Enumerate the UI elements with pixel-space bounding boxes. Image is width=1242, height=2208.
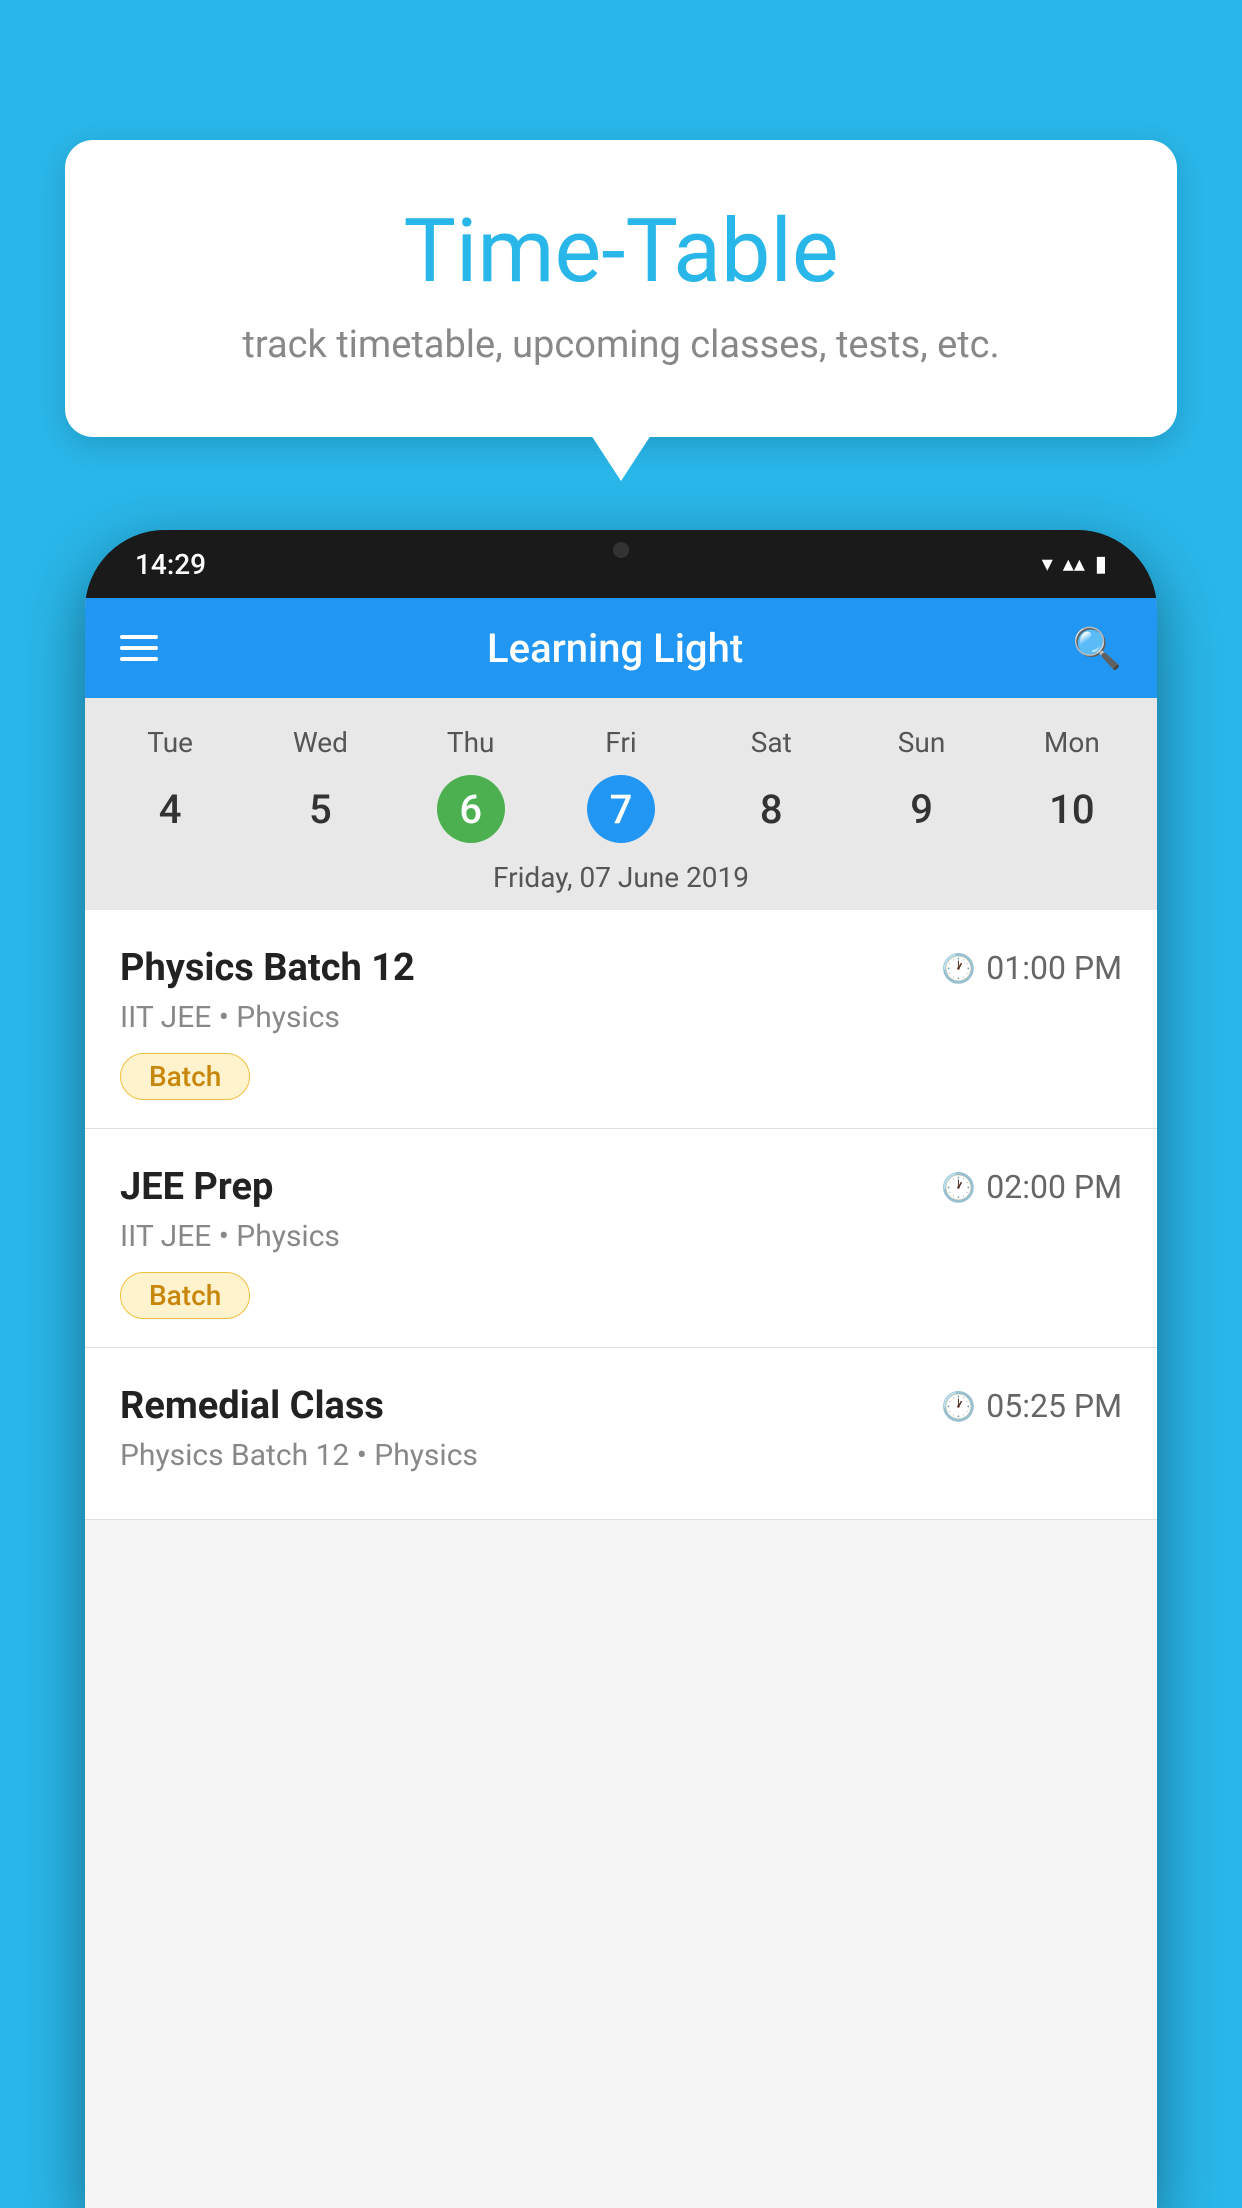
class-item-1-header: Physics Batch 12 🕐 01:00 PM [120,946,1122,990]
batch-badge-2: Batch [120,1272,250,1319]
class-time-3: 🕐 05:25 PM [941,1387,1122,1425]
day-header-thu: Thu [396,718,546,767]
batch-badge-1: Batch [120,1053,250,1100]
card-subtitle: track timetable, upcoming classes, tests… [115,323,1127,367]
class-name-3: Remedial Class [120,1384,384,1428]
day-header-wed: Wed [245,718,395,767]
day-10[interactable]: 10 [997,775,1147,843]
camera [613,542,629,558]
menu-button[interactable] [120,635,158,661]
day-headers: Tue Wed Thu Fri Sat Sun Mon [85,718,1157,767]
app-title: Learning Light [188,625,1042,672]
wifi-icon: ▾ [1042,552,1053,577]
phone-frame: 14:29 ▾ ▴▴ ▮ Learning Light 🔍 Tue Wed [85,530,1157,2208]
clock-icon-3: 🕐 [941,1390,976,1423]
calendar-strip: Tue Wed Thu Fri Sat Sun Mon 4 5 6 7 8 9 … [85,698,1157,910]
day-header-fri: Fri [546,718,696,767]
class-item-2[interactable]: JEE Prep 🕐 02:00 PM IIT JEE • Physics Ba… [85,1129,1157,1348]
app-screen: Learning Light 🔍 Tue Wed Thu Fri Sat Sun… [85,598,1157,2208]
day-8[interactable]: 8 [696,775,846,843]
class-time-value-2: 02:00 PM [986,1168,1122,1206]
battery-icon: ▮ [1095,552,1107,577]
clock-icon-1: 🕐 [941,952,976,985]
day-header-tue: Tue [95,718,245,767]
class-time-2: 🕐 02:00 PM [941,1168,1122,1206]
clock-icon-2: 🕐 [941,1171,976,1204]
day-header-sat: Sat [696,718,846,767]
class-name-1: Physics Batch 12 [120,946,415,990]
bubble-tail [591,435,651,481]
signal-icon: ▴▴ [1063,552,1085,577]
day-header-sun: Sun [846,718,996,767]
class-list: Physics Batch 12 🕐 01:00 PM IIT JEE • Ph… [85,910,1157,1520]
selected-date-label: Friday, 07 June 2019 [85,843,1157,910]
status-icons: ▾ ▴▴ ▮ [1042,552,1107,577]
day-7-selected[interactable]: 7 [587,775,655,843]
day-5[interactable]: 5 [245,775,395,843]
day-4[interactable]: 4 [95,775,245,843]
class-time-1: 🕐 01:00 PM [941,949,1122,987]
day-9[interactable]: 9 [846,775,996,843]
search-icon[interactable]: 🔍 [1072,625,1122,672]
class-item-3[interactable]: Remedial Class 🕐 05:25 PM Physics Batch … [85,1348,1157,1520]
class-meta-1: IIT JEE • Physics [120,1000,1122,1035]
class-time-value-1: 01:00 PM [986,949,1122,987]
app-bar: Learning Light 🔍 [85,598,1157,698]
class-time-value-3: 05:25 PM [986,1387,1122,1425]
phone-notch [561,530,681,570]
day-header-mon: Mon [997,718,1147,767]
day-numbers: 4 5 6 7 8 9 10 [85,775,1157,843]
status-time: 14:29 [135,548,206,581]
class-meta-2: IIT JEE • Physics [120,1219,1122,1254]
class-item-2-header: JEE Prep 🕐 02:00 PM [120,1165,1122,1209]
class-meta-3: Physics Batch 12 • Physics [120,1438,1122,1473]
day-6-today[interactable]: 6 [437,775,505,843]
info-card: Time-Table track timetable, upcoming cla… [65,140,1177,437]
class-name-2: JEE Prep [120,1165,273,1209]
class-item-1[interactable]: Physics Batch 12 🕐 01:00 PM IIT JEE • Ph… [85,910,1157,1129]
class-item-3-header: Remedial Class 🕐 05:25 PM [120,1384,1122,1428]
status-bar: 14:29 ▾ ▴▴ ▮ [85,530,1157,598]
card-title: Time-Table [115,200,1127,303]
